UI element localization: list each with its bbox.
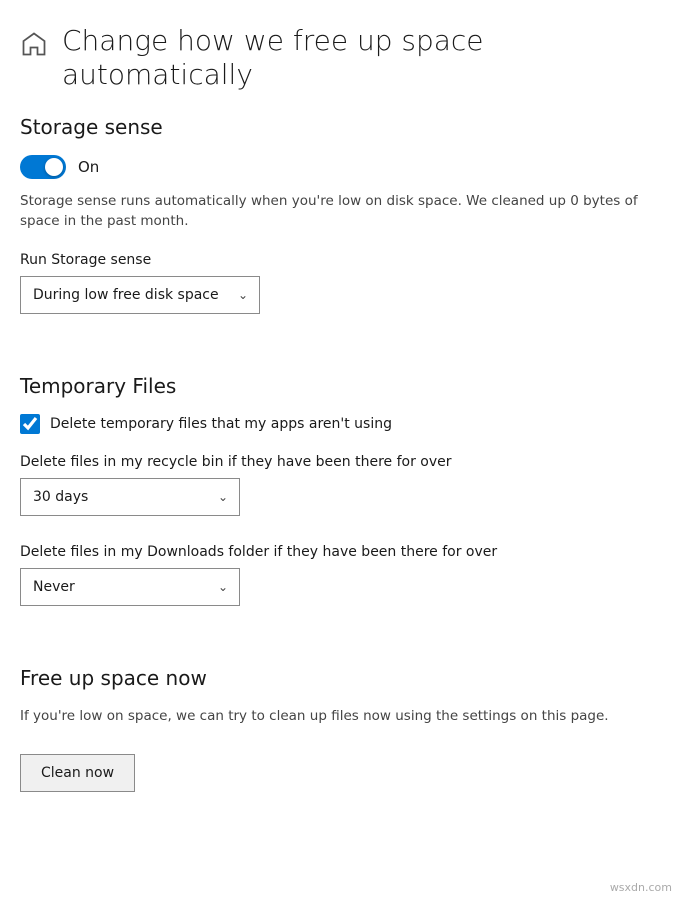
recycle-bin-dropdown-wrapper: Never 1 day 14 days 30 days 60 days ⌄ (20, 478, 240, 516)
delete-temp-files-row[interactable]: Delete temporary files that my apps aren… (20, 414, 660, 434)
recycle-bin-dropdown[interactable]: Never 1 day 14 days 30 days 60 days (20, 478, 240, 516)
watermark: wsxdn.com (610, 881, 672, 894)
downloads-folder-label: Delete files in my Downloads folder if t… (20, 544, 660, 560)
downloads-dropdown[interactable]: Never 1 day 14 days 30 days 60 days (20, 568, 240, 606)
free-space-section: Free up space now If you're low on space… (20, 666, 660, 792)
delete-temp-files-checkbox[interactable] (20, 414, 40, 434)
storage-sense-description: Storage sense runs automatically when yo… (20, 191, 660, 232)
toggle-label: On (78, 158, 99, 176)
downloads-dropdown-wrapper: Never 1 day 14 days 30 days 60 days ⌄ (20, 568, 240, 606)
delete-temp-files-label: Delete temporary files that my apps aren… (50, 416, 392, 432)
free-space-title: Free up space now (20, 666, 660, 690)
storage-sense-title: Storage sense (20, 115, 660, 139)
toggle-row[interactable]: On (20, 155, 660, 179)
header-row: Change how we free up space automaticall… (20, 16, 660, 91)
run-storage-sense-label: Run Storage sense (20, 252, 660, 268)
recycle-bin-label: Delete files in my recycle bin if they h… (20, 454, 660, 470)
page-container: Change how we free up space automaticall… (0, 0, 680, 846)
run-storage-sense-dropdown[interactable]: During low free disk space Every day Eve… (20, 276, 260, 314)
temp-files-title: Temporary Files (20, 374, 660, 398)
home-icon (20, 30, 48, 58)
storage-sense-toggle[interactable] (20, 155, 66, 179)
storage-sense-section: Storage sense On Storage sense runs auto… (20, 115, 660, 342)
temp-files-section: Temporary Files Delete temporary files t… (20, 374, 660, 634)
clean-now-button[interactable]: Clean now (20, 754, 135, 792)
run-storage-sense-dropdown-wrapper: During low free disk space Every day Eve… (20, 276, 260, 314)
free-space-description: If you're low on space, we can try to cl… (20, 706, 660, 726)
page-title: Change how we free up space automaticall… (62, 24, 484, 91)
